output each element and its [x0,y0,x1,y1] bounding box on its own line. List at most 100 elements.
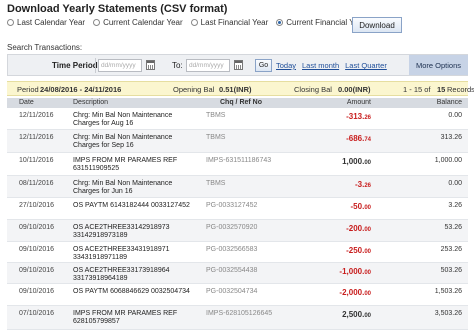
table-row[interactable]: 12/11/2016 Chrg: Min Bal Non Maintenance C… [7,108,468,130]
closing-balance-label: Closing Bal [294,85,332,94]
amount-decimal: 00 [364,291,371,297]
reference-number: TBMS [206,134,226,141]
statement-summary-bar: Period 24/08/2016 - 24/11/2016 Opening B… [7,81,474,96]
running-balance: 3,503.26 [434,310,462,317]
column-header-date[interactable]: Date [19,99,34,106]
transaction-description: OS ACE2THREE33431918971 33431918971189 [73,246,208,262]
running-balance: 1,503.26 [434,288,462,295]
search-transactions-label: Search Transactions: [7,43,83,52]
reference-number: PG-0032570920 [206,224,258,231]
running-balance: 503.26 [440,267,462,274]
transaction-description: OS PAYTM 6068846629 0032504734 [73,288,208,296]
column-header-description[interactable]: Description [73,99,108,106]
time-period-label: Time Period [52,61,98,70]
table-row[interactable]: 10/11/2016 IMPS FROM MR PARAMES REF 631511… [7,153,468,176]
amount-integer: -313. [346,112,365,121]
amount-decimal: 26 [364,183,371,189]
amount-decimal: 74 [364,137,371,143]
description-line: OS ACE2THREE33142918973 [73,224,170,231]
reference-number: PG-0032566583 [206,246,258,253]
transaction-amount: -2,000.00 [339,288,371,297]
reference-number: PG-0032554438 [206,267,258,274]
table-row[interactable]: 09/10/2016 OS ACE2THREE33431918971 3343191… [7,242,468,263]
description-line: Charges for Jun 16 [73,188,133,195]
table-row[interactable]: 09/10/2016 OS PAYTM 6068846629 0032504734… [7,284,468,306]
radio-button-icon[interactable] [93,19,101,26]
calendar-icon[interactable] [146,60,155,70]
table-row[interactable]: 27/10/2016 OS PAYTM 6143182444 0033127452… [7,198,468,220]
column-header-balance[interactable]: Balance [437,99,462,106]
description-line: Chrg: Min Bal Non Maintenance [73,134,173,141]
description-line: IMPS FROM MR PARAMES REF [73,310,178,317]
transaction-description: IMPS FROM MR PARAMES REF 628105799857 [73,310,208,326]
reference-number: TBMS [206,180,226,187]
amount-integer: -50. [350,202,365,211]
table-row[interactable]: 08/11/2016 Chrg: Min Bal Non Maintenance C… [7,176,468,198]
transaction-amount: -250.00 [346,246,371,255]
reference-number: PG-0033127452 [206,202,258,209]
today-link[interactable]: Today [276,61,296,70]
running-balance: 0.00 [448,112,462,119]
radio-button-icon[interactable] [7,19,14,26]
radio-current-calendar-year[interactable]: Current Calendar Year [93,18,183,27]
running-balance: 253.26 [440,246,462,253]
radio-button-selected-icon[interactable] [276,19,284,26]
transaction-date: 09/10/2016 [19,246,55,253]
transaction-description: Chrg: Min Bal Non Maintenance Charges for… [73,134,208,150]
table-row[interactable]: 09/10/2016 OS ACE2THREE33142918973 3314291… [7,220,468,242]
transaction-date: 08/11/2016 [19,180,54,187]
table-row[interactable]: 07/10/2016 IMPS FROM MR PARAMES REF 628105… [7,306,468,330]
transaction-date: 09/10/2016 [19,267,55,274]
column-header-amount[interactable]: Amount [347,99,371,106]
radio-last-financial-year[interactable]: Last Financial Year [190,18,268,27]
amount-decimal: 00 [364,270,371,276]
transaction-date: 12/11/2016 [19,134,54,141]
table-row[interactable]: 12/11/2016 Chrg: Min Bal Non Maintenance C… [7,130,468,153]
column-header-ref[interactable]: Chq / Ref No [220,99,262,106]
radio-last-calendar-year[interactable]: Last Calendar Year [7,18,85,27]
transaction-description: IMPS FROM MR PARAMES REF 631511909525 [73,157,208,173]
transaction-description: OS ACE2THREE33173918964 33173918964189 [73,267,208,283]
period-radio-group: Last Calendar Year Current Calendar Year… [7,18,373,27]
transaction-amount: 2,500.00 [342,310,371,319]
transaction-amount: -3.26 [355,180,371,189]
go-button[interactable]: Go [255,59,272,72]
amount-decimal: 00 [364,227,371,233]
last-month-link[interactable]: Last month [302,61,339,70]
amount-decimal: 00 [364,205,371,211]
description-line: Chrg: Min Bal Non Maintenance [73,180,173,187]
records-label: Records [447,85,474,94]
from-date-input[interactable]: dd/mm/yyyy [98,59,142,72]
description-line: 33431918971189 [73,254,127,261]
calendar-icon[interactable] [234,60,243,70]
radio-button-icon[interactable] [190,19,198,26]
reference-number: IMPS-631511186743 [206,157,272,164]
download-button[interactable]: Download [352,17,402,33]
running-balance: 1,000.00 [434,157,462,164]
more-options-button[interactable]: More Options [409,55,468,75]
table-row[interactable]: 09/10/2016 OS ACE2THREE33173918964 3317391… [7,263,468,284]
amount-integer: -3. [354,180,365,189]
transaction-description: Chrg: Min Bal Non Maintenance Charges for… [73,112,208,128]
reference-number: IMPS-628105126645 [206,310,273,317]
record-range: 1 - 15 of [403,85,431,94]
running-balance: 53.26 [444,224,462,231]
running-balance: 0.00 [448,180,462,187]
amount-integer: -200. [346,224,365,233]
transaction-amount: -686.74 [346,134,371,143]
period-value: 24/08/2016 - 24/11/2016 [40,85,122,94]
reference-number: PG-0032504734 [206,288,258,295]
search-filter-bar: Time Period dd/mm/yyyy To: dd/mm/yyyy Go… [7,54,468,76]
amount-integer: -2,000. [339,288,365,297]
transaction-date: 27/10/2016 [19,202,55,209]
opening-balance-value: 0.51(INR) [219,85,252,94]
running-balance: 3.26 [448,202,462,209]
page-title: Download Yearly Statements (CSV format) [7,3,228,15]
to-date-input[interactable]: dd/mm/yyyy [186,59,230,72]
transaction-amount: -50.00 [351,202,371,211]
record-total: 15 [437,85,446,94]
description-line: Charges for Aug 16 [73,120,134,127]
amount-integer: -686. [346,134,365,143]
last-quarter-link[interactable]: Last Quarter [345,61,387,70]
transaction-date: 10/11/2016 [19,157,54,164]
